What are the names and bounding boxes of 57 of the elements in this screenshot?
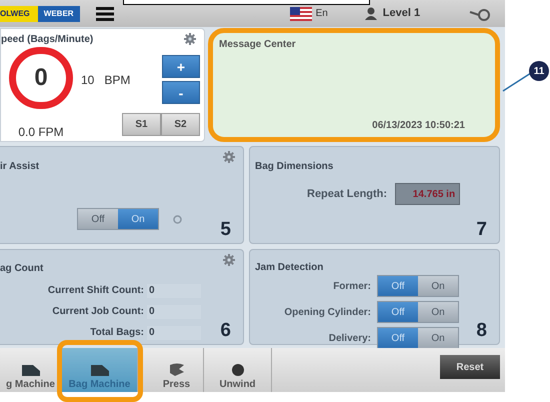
field-label: Opening Cylinder: [283, 306, 371, 320]
flag-icon [290, 6, 312, 20]
key-icon [469, 6, 492, 20]
toggle-option[interactable]: Off [78, 209, 118, 229]
field-label: Former: [332, 280, 371, 294]
settings-icon [223, 254, 235, 266]
field-label: Delivery: [328, 332, 371, 346]
status-indicator-icon [173, 214, 182, 224]
toggle-option[interactable]: Off [378, 302, 418, 322]
logo-label: WEBER [38, 6, 80, 22]
toggle-option[interactable]: On [418, 302, 458, 322]
section-number: 6 [220, 321, 231, 340]
machine-tab[interactable]: Press [138, 348, 204, 392]
panel-title: Bag Dimensions [255, 161, 334, 172]
speed-gauge: 0 [9, 47, 73, 109]
panel-title: ag Count [0, 263, 44, 274]
increase-button[interactable]: + [162, 55, 200, 78]
set-speed-value: 10 [81, 72, 94, 89]
machine-icon [20, 362, 40, 377]
message-timestamp: 06/13/2023 10:50:21 [372, 119, 465, 133]
settings-icon [184, 33, 196, 45]
section-number: 8 [476, 321, 487, 340]
section-number: 5 [220, 220, 231, 239]
count-value: 0 [147, 326, 201, 340]
panel-title: ir Assist [0, 161, 40, 172]
speed-unit: BPM [104, 72, 130, 89]
field-label: Current Job Count: [51, 305, 144, 319]
section-number: 7 [476, 220, 487, 239]
reset-button[interactable]: Reset [440, 355, 500, 379]
panel-title: Jam Detection [255, 262, 324, 273]
user-level-label: Level 1 [382, 6, 420, 22]
machine-icon [90, 362, 110, 377]
toggle-option[interactable]: On [418, 276, 458, 296]
preset-button[interactable]: S1 [122, 113, 161, 136]
callout-badge: 11 [529, 61, 549, 81]
repeat-length-field[interactable]: 14.765 in [395, 183, 460, 205]
toggle-option[interactable]: On [118, 209, 158, 229]
toggle-option[interactable]: On [418, 328, 458, 348]
count-value: 0 [147, 304, 201, 318]
user-icon [364, 7, 377, 20]
field-label: Current Shift Count: [46, 284, 144, 298]
language-label: En [316, 7, 328, 21]
panel-title: Message Center [219, 38, 296, 52]
settings-icon [223, 151, 235, 163]
machine-tab[interactable]: Unwind [204, 348, 272, 392]
field-label: Total Bags: [89, 326, 144, 340]
panel-title: peed (Bags/Minute) [1, 35, 94, 45]
machine-tab[interactable]: Bag Machine [62, 348, 138, 392]
toggle-option[interactable]: Off [378, 276, 418, 296]
menu-icon [96, 6, 114, 20]
toggle-option[interactable]: Off [378, 328, 418, 348]
decrease-button[interactable]: - [162, 81, 200, 104]
preset-button[interactable]: S2 [161, 113, 200, 136]
fpm-reading: 0.0 FPM [18, 124, 64, 141]
logo-label: OLWEG [0, 6, 38, 22]
field-label: Repeat Length: [307, 186, 388, 202]
count-value: 0 [147, 284, 201, 298]
